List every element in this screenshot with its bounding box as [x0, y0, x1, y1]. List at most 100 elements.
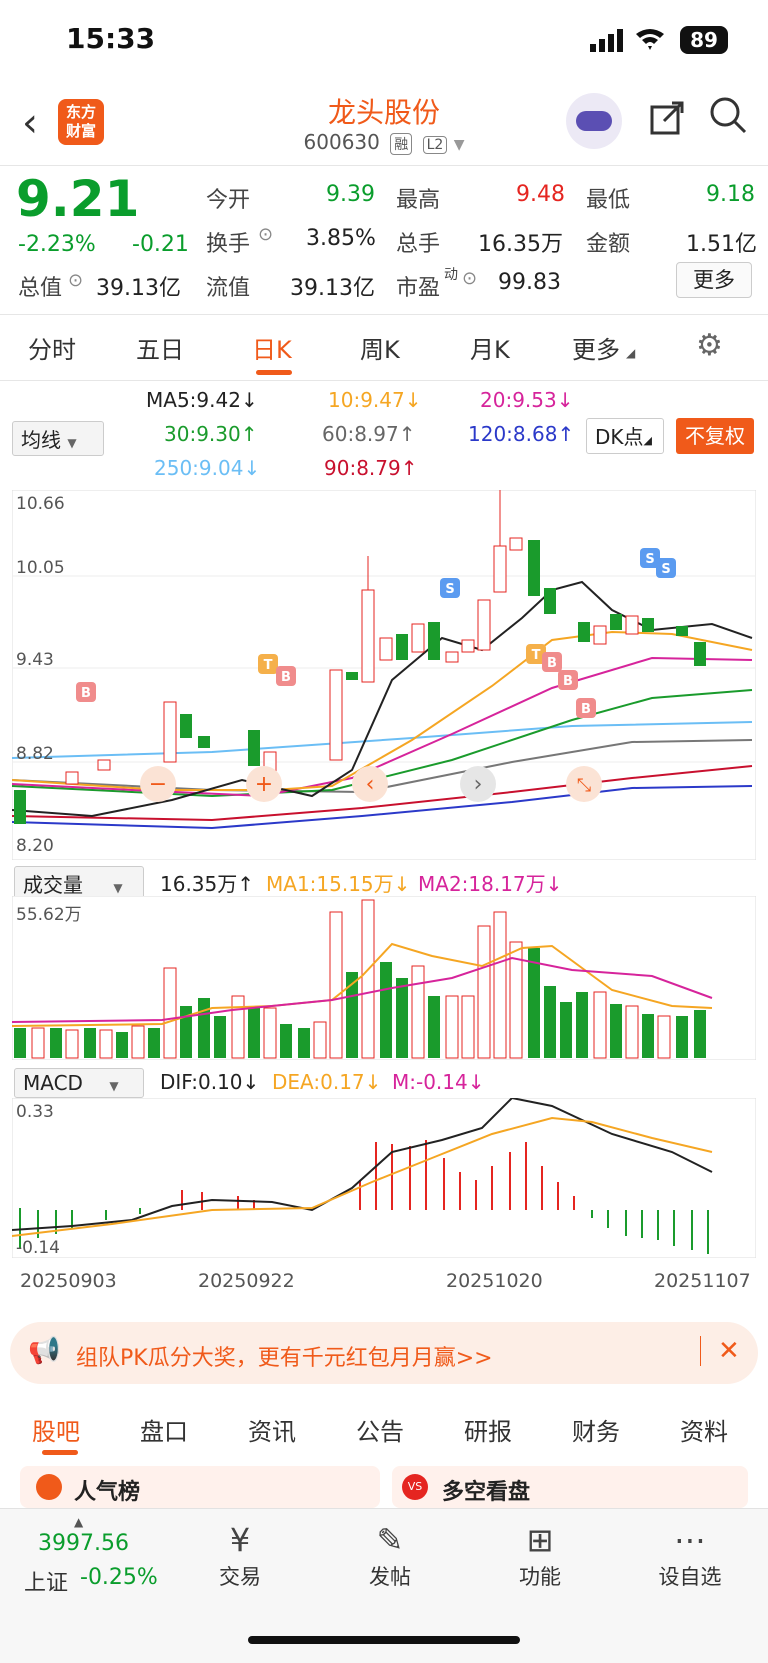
macd-chart[interactable]: 0.33 -0.14 [11, 1096, 757, 1259]
tab-daily-k[interactable]: 日K [252, 330, 292, 365]
expand-up-icon[interactable]: ▲ [74, 1515, 83, 1529]
vs-icon: VS [402, 1474, 428, 1500]
quote-panel: 9.21 -2.23% -0.21 总值 ⊙ 39.13亿 今开 9.39 最高… [0, 170, 768, 310]
active-tab-indicator [256, 370, 292, 375]
ma-select-label: 均线 [21, 428, 61, 452]
index-value: 3997.56 [38, 1531, 129, 1556]
info-icon[interactable]: ⊙ [462, 268, 477, 289]
ma60-value: 60:8.97↑ [322, 422, 416, 446]
popularity-title: 人气榜 [74, 1480, 141, 1505]
svg-text:⤡: ⤡ [577, 775, 591, 796]
volume-select-label: 成交量 [23, 873, 83, 897]
pe-superscript: 动 [444, 267, 458, 283]
date-label: 20250922 [198, 1270, 295, 1292]
ma10-value: 10:9.47↓ [328, 388, 422, 412]
more-button[interactable]: 更多 [676, 262, 752, 298]
period-tabs: 分时 五日 日K 周K 月K 更多 ◢ ⚙ [0, 318, 768, 378]
tab-profile[interactable]: 资料 [680, 1412, 728, 1447]
dk-point-select[interactable]: DK点◢ [586, 418, 664, 454]
nav-functions[interactable]: ⊞ 功能 [480, 1521, 600, 1591]
assistant-robot-icon[interactable] [566, 93, 622, 149]
macd-m-text: M:-0.14 [392, 1070, 468, 1094]
high-value: 9.48 [516, 182, 565, 207]
kline-axis-label: 10.05 [16, 558, 65, 578]
nav-trade[interactable]: ¥ 交易 [180, 1521, 300, 1591]
high-label: 最高 [396, 188, 441, 213]
amount-label: 金额 [586, 232, 631, 257]
settings-gear-icon[interactable]: ⚙ [696, 328, 723, 363]
megaphone-icon: 📢 [28, 1336, 61, 1366]
tab-five-day[interactable]: 五日 [136, 330, 184, 365]
chart-icon [36, 1474, 62, 1500]
tab-pankou[interactable]: 盘口 [140, 1412, 188, 1447]
bull-bear-card[interactable]: VS 多空看盘 [392, 1466, 748, 1508]
signal-icon [590, 28, 670, 56]
dk-label: DK点 [595, 425, 644, 449]
amount-value: 1.51亿 [686, 232, 757, 257]
chevron-down-icon: ▼ [113, 881, 123, 895]
svg-text:B: B [81, 686, 91, 701]
trade-yen-icon: ¥ [229, 1521, 251, 1559]
ma30-text: 30:9.30 [164, 422, 241, 446]
tab-announcements[interactable]: 公告 [356, 1412, 404, 1447]
volume-axis-label: 55.62万 [16, 905, 82, 925]
mktcap-label: 总值 [18, 276, 63, 301]
kline-axis-label: 8.82 [16, 744, 54, 764]
macd-axis-bottom: -0.14 [16, 1238, 60, 1258]
home-indicator [248, 1636, 520, 1644]
date-label: 20251107 [654, 1270, 751, 1292]
kline-chart[interactable]: B T B S T B B B S S − + ‹ › ⤡ 10.66 10.0… [11, 489, 757, 861]
active-tab-indicator [42, 1450, 78, 1455]
date-label: 20250903 [20, 1270, 117, 1292]
tab-more[interactable]: 更多 [572, 330, 620, 365]
tab-research[interactable]: 研报 [464, 1412, 512, 1447]
popularity-card[interactable]: 人气榜 [20, 1466, 380, 1508]
ma90-text: 90:8.79 [324, 456, 401, 480]
ma250-value: 250:9.04↓ [154, 456, 261, 480]
ma5-text: MA5:9.42 [146, 388, 241, 412]
close-icon[interactable]: ✕ [718, 1336, 740, 1366]
tab-monthly-k[interactable]: 月K [470, 330, 510, 365]
svg-text:T: T [532, 648, 541, 663]
dropdown-icon[interactable]: ▼ [454, 137, 465, 153]
change-pct: -2.23% [18, 232, 96, 257]
tab-finance[interactable]: 财务 [572, 1412, 620, 1447]
svg-text:S: S [661, 562, 670, 577]
promo-banner[interactable]: 📢 组队PK瓜分大奖，更有千元红包月月赢>> ✕ [10, 1322, 758, 1384]
volume-value: 16.35万↑ [160, 872, 255, 896]
adjust-price-button[interactable]: 不复权 [676, 418, 754, 454]
ma-select[interactable]: 均线 ▼ [12, 421, 104, 456]
search-icon[interactable] [708, 95, 748, 144]
tab-news[interactable]: 资讯 [248, 1412, 296, 1447]
ma60-text: 60:8.97 [322, 422, 399, 446]
ma20-text: 20:9.53 [480, 388, 557, 412]
info-icon[interactable]: ⊙ [258, 224, 273, 245]
svg-text:T: T [264, 658, 273, 673]
tab-weekly-k[interactable]: 周K [360, 330, 400, 365]
kline-axis-label: 10.66 [16, 494, 65, 514]
status-time: 15:33 [66, 22, 156, 55]
volume-chart[interactable]: 55.62万 [11, 895, 757, 1061]
vol-text: 16.35万 [160, 872, 238, 896]
info-tabs: 股吧 盘口 资讯 公告 研报 财务 资料 [0, 1398, 768, 1458]
share-icon[interactable] [648, 97, 688, 146]
divider [700, 1336, 701, 1366]
date-label: 20251020 [446, 1270, 543, 1292]
info-icon[interactable]: ⊙ [68, 270, 83, 291]
ma10-text: 10:9.47 [328, 388, 405, 412]
dropdown-icon: ◢ [643, 434, 652, 447]
svg-text:+: + [255, 772, 273, 797]
tab-guba[interactable]: 股吧 [32, 1412, 80, 1447]
tab-intraday[interactable]: 分时 [28, 330, 76, 365]
macd-dif: DIF:0.10↓ [160, 1070, 260, 1094]
ma120-text: 120:8.68 [468, 422, 558, 446]
macd-indicator-select[interactable]: MACD ▼ [14, 1068, 144, 1098]
svg-text:B: B [281, 670, 291, 685]
nav-add-watchlist[interactable]: ⋯ 设自选 [630, 1521, 750, 1591]
nav-post[interactable]: ✎ 发帖 [330, 1521, 450, 1591]
bull-bear-title: 多空看盘 [442, 1480, 531, 1505]
chevron-down-icon: ▼ [109, 1079, 119, 1093]
index-name: 上证 [24, 1571, 69, 1596]
macd-dea-text: DEA:0.17 [272, 1070, 365, 1094]
stock-code: 600630 [303, 130, 380, 154]
